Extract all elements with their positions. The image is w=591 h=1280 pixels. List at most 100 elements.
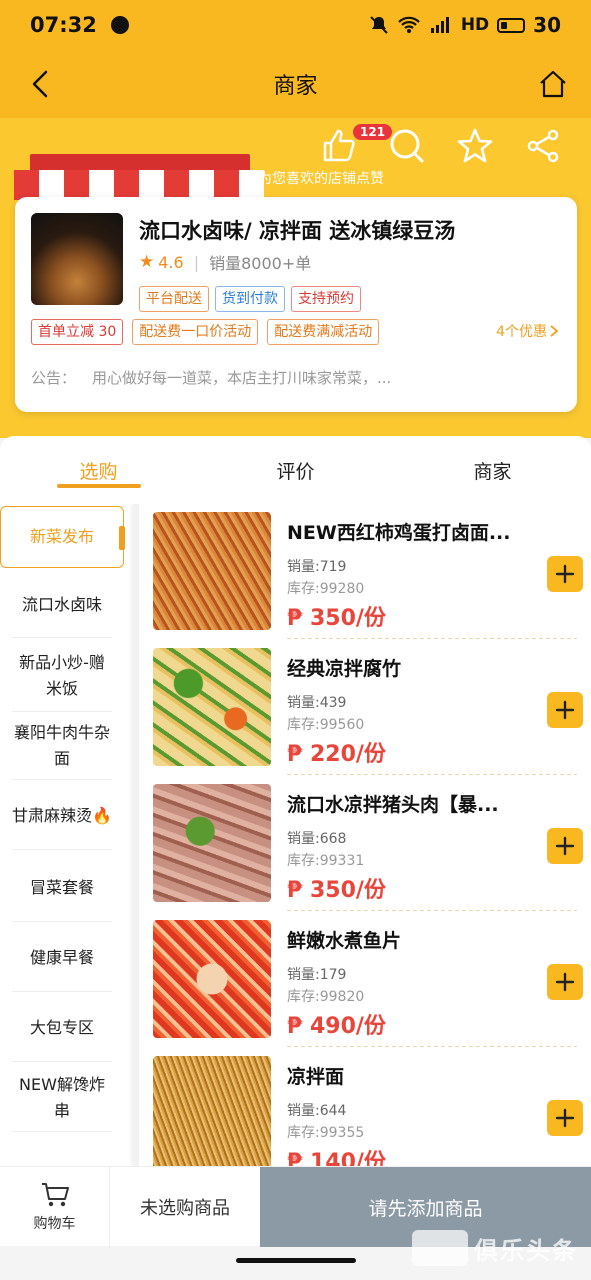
plus-icon — [555, 972, 575, 992]
like-button[interactable]: 121 — [319, 124, 393, 166]
product-item[interactable]: 经典凉拌腐竹 销量:439 库存:99560 ₱ 220/份 — [147, 640, 591, 776]
product-image[interactable] — [153, 648, 271, 766]
product-price: ₱ 490/份 — [287, 1014, 386, 1039]
battery-icon — [497, 17, 526, 33]
page-title: 商家 — [273, 74, 318, 99]
plus-icon — [555, 1108, 575, 1128]
cart-button[interactable]: 购物车 — [0, 1167, 110, 1247]
category-new-dishes[interactable]: 新菜发布 — [0, 506, 125, 568]
home-indicator — [236, 1258, 356, 1263]
category-skewers[interactable]: NEW解馋炸串 — [12, 1064, 112, 1132]
notice-text: 用心做好每一道菜，本店主打川味家常菜，... — [92, 369, 392, 387]
search-button[interactable] — [387, 126, 427, 166]
product-item[interactable]: 鲜嫩水煮鱼片 销量:179 库存:99820 ₱ 490/份 — [147, 912, 591, 1048]
category-sidebar[interactable]: 新菜发布 流口水卤味 新品小炒-赠米饭 襄阳牛肉牛杂面 甘肃麻辣烫🔥 冒菜套餐 … — [0, 504, 126, 1166]
battery-level: 30 — [533, 13, 561, 37]
tag-cash-on-delivery: 货到付款 — [215, 286, 285, 312]
favorite-button[interactable] — [455, 126, 495, 166]
tab-merchant[interactable]: 商家 — [394, 436, 591, 504]
share-button[interactable] — [523, 126, 563, 166]
product-sales: 销量:644 — [287, 1103, 347, 1119]
plus-icon — [555, 700, 575, 720]
thumbs-up-icon — [323, 129, 355, 162]
add-to-cart-button[interactable] — [547, 828, 583, 864]
product-list[interactable]: NEW西红柿鸡蛋打卤面... 销量:719 库存:99280 ₱ 350/份 经… — [133, 504, 591, 1166]
divider — [287, 910, 577, 911]
shop-logo — [31, 213, 123, 305]
product-stock: 库存:99560 — [287, 717, 365, 733]
shop-rating: ★ 4.6 | 销量8000+单 — [139, 250, 311, 274]
cart-label: 购物车 — [33, 1216, 76, 1232]
tag-flat-delivery-fee: 配送费一口价活动 — [132, 319, 259, 345]
category-malatang[interactable]: 甘肃麻辣烫🔥 — [12, 782, 112, 850]
product-item[interactable]: 凉拌面 销量:644 库存:99355 ₱ 140/份 — [147, 1048, 591, 1166]
home-button[interactable] — [531, 62, 575, 106]
tab-reviews[interactable]: 评价 — [197, 436, 394, 504]
search-icon — [390, 129, 424, 163]
category-braised[interactable]: 流口水卤味 — [12, 572, 112, 638]
discounts-link[interactable]: 4个优惠 — [496, 321, 559, 341]
network-type: HD — [460, 15, 490, 35]
category-stir-fry[interactable]: 新品小炒-赠米饭 — [12, 640, 112, 712]
tag-first-order-discount: 首单立减 30 — [31, 319, 124, 345]
product-image[interactable] — [153, 920, 271, 1038]
tag-delivery-fee-discount: 配送费满减活动 — [267, 319, 380, 345]
add-to-cart-button[interactable] — [547, 692, 583, 728]
shop-info-card: 流口水卤味/ 凉拌面 送冰镇绿豆汤 ★ 4.6 | 销量8000+单 平台配送 … — [15, 197, 577, 412]
product-stock: 库存:99355 — [287, 1125, 365, 1141]
discounts-count: 4个优惠 — [496, 324, 547, 340]
add-to-cart-button[interactable] — [547, 556, 583, 592]
rating-divider: | — [193, 252, 200, 272]
tab-order[interactable]: 选购 — [0, 436, 197, 504]
plus-icon — [555, 564, 575, 584]
product-image[interactable] — [153, 784, 271, 902]
plus-icon — [555, 836, 575, 856]
category-breakfast[interactable]: 健康早餐 — [12, 924, 112, 992]
product-sales: 销量:179 — [287, 967, 347, 983]
notice-label: 公告： — [31, 369, 77, 387]
shop-notice[interactable]: 公告： 用心做好每一道菜，本店主打川味家常菜，... — [31, 367, 391, 388]
status-icons: HD 30 — [369, 13, 561, 37]
tag-reservation: 支持预约 — [291, 286, 361, 312]
product-sales: 销量:668 — [287, 831, 347, 847]
product-image[interactable] — [153, 512, 271, 630]
star-icon — [457, 128, 493, 163]
like-hint: 为您喜欢的店铺点赞 — [258, 171, 384, 187]
divider — [287, 774, 577, 775]
category-maocai[interactable]: 冒菜套餐 — [12, 854, 112, 922]
service-tags: 平台配送 货到付款 支持预约 — [139, 286, 361, 312]
signal-icon — [430, 17, 449, 33]
watermark: 俱乐头条 — [412, 1218, 590, 1278]
menu-content: 新菜发布 流口水卤味 新品小炒-赠米饭 襄阳牛肉牛杂面 甘肃麻辣烫🔥 冒菜套餐 … — [0, 504, 591, 1166]
promo-tags: 首单立减 30 配送费一口价活动 配送费满减活动 — [31, 319, 380, 345]
product-name: NEW西红柿鸡蛋打卤面... — [287, 522, 511, 544]
product-name: 流口水凉拌猪头肉【暴... — [287, 794, 499, 816]
category-beef-noodles[interactable]: 襄阳牛肉牛杂面 — [12, 712, 112, 780]
banner-actions: 121 — [319, 124, 563, 166]
shop-sales: 销量8000+单 — [209, 254, 312, 273]
product-stock: 库存:99820 — [287, 989, 365, 1005]
wifi-icon — [398, 16, 420, 33]
product-image[interactable] — [153, 1056, 271, 1166]
status-time: 07:32 — [30, 13, 97, 37]
product-item[interactable]: NEW西红柿鸡蛋打卤面... 销量:719 库存:99280 ₱ 350/份 — [147, 504, 591, 640]
category-buns[interactable]: 大包专区 — [12, 994, 112, 1062]
back-button[interactable] — [20, 64, 60, 104]
rating-value: 4.6 — [158, 252, 184, 272]
status-bar: 07:32 HD 30 — [0, 0, 591, 50]
shop-name: 流口水卤味/ 凉拌面 送冰镇绿豆汤 — [139, 219, 456, 243]
product-price: ₱ 220/份 — [287, 742, 386, 767]
notification-dot-icon — [110, 16, 129, 34]
active-tab-indicator — [57, 484, 141, 488]
divider — [287, 1046, 577, 1047]
cart-status: 未选购商品 — [140, 1198, 230, 1219]
add-to-cart-button[interactable] — [547, 1100, 583, 1136]
product-stock: 库存:99280 — [287, 581, 365, 597]
product-price: ₱ 140/份 — [287, 1150, 386, 1166]
add-to-cart-button[interactable] — [547, 964, 583, 1000]
home-icon — [540, 70, 566, 98]
product-price: ₱ 350/份 — [287, 878, 386, 903]
product-item[interactable]: 流口水凉拌猪头肉【暴... 销量:668 库存:99331 ₱ 350/份 — [147, 776, 591, 912]
share-icon — [527, 129, 559, 163]
cart-icon — [41, 1183, 69, 1207]
